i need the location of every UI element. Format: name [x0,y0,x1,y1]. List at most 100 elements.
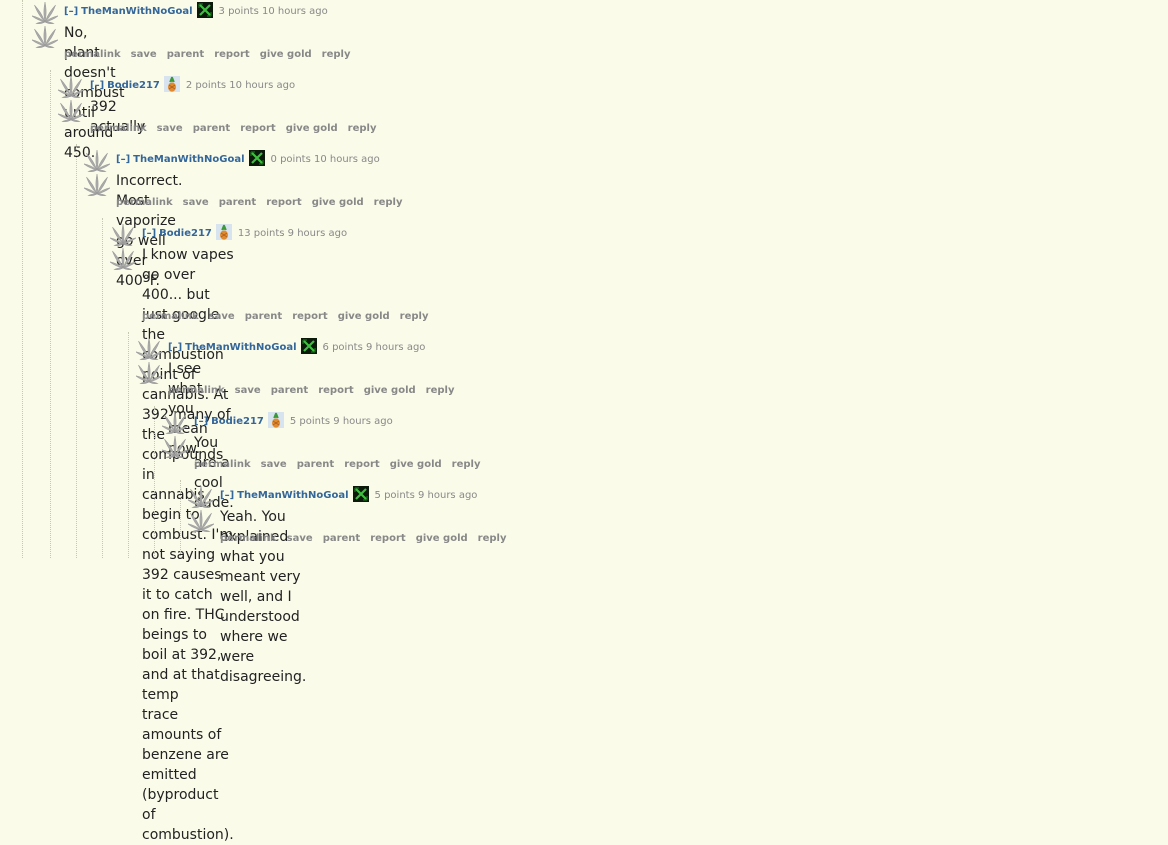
reply-link[interactable]: reply [426,385,455,396]
x-flair-icon [300,338,317,354]
collapse-toggle[interactable]: [–] [142,228,156,239]
give-gold-link[interactable]: give gold [390,459,442,470]
x-flair-icon [248,150,265,166]
comment-buttons: permalink save parent report give gold reply [168,385,465,396]
parent-link[interactable]: parent [271,385,309,396]
permalink-link[interactable]: permalink [220,533,277,544]
thread-line[interactable] [50,70,52,558]
parent-link[interactable]: parent [167,49,205,60]
collapse-toggle[interactable]: [–] [116,154,130,165]
comment-tagline: [–] Bodie217 2 points 10 hours ago [90,76,296,92]
reply-link[interactable]: reply [400,311,429,322]
downvote-icon[interactable] [135,361,163,388]
upvote-icon[interactable] [161,411,189,438]
pineapple-flair-icon [215,224,232,240]
give-gold-link[interactable]: give gold [312,197,364,208]
report-link[interactable]: report [318,385,353,396]
author-link[interactable]: TheManWithNoGoal [237,490,348,501]
pineapple-flair-icon [163,76,180,92]
collapse-toggle[interactable]: [–] [64,6,78,17]
author-link[interactable]: TheManWithNoGoal [81,6,192,17]
author-link[interactable]: TheManWithNoGoal [185,342,296,353]
give-gold-link[interactable]: give gold [416,533,468,544]
give-gold-link[interactable]: give gold [338,311,390,322]
collapse-toggle[interactable]: [–] [168,342,182,353]
permalink-link[interactable]: permalink [90,123,147,134]
x-flair-icon [352,486,369,502]
collapse-toggle[interactable]: [–] [194,416,208,427]
score-and-time: 13 points 9 hours ago [237,228,348,239]
report-link[interactable]: report [266,197,301,208]
downvote-icon[interactable] [109,247,137,274]
downvote-icon[interactable] [57,99,85,126]
score-and-time: 5 points 9 hours ago [289,416,393,427]
score-and-time: 0 points 10 hours ago [270,154,380,165]
upvote-icon[interactable] [83,149,111,176]
report-link[interactable]: report [214,49,249,60]
give-gold-link[interactable]: give gold [364,385,416,396]
upvote-icon[interactable] [31,1,59,28]
reply-link[interactable]: reply [452,459,481,470]
score-and-time: 3 points 10 hours ago [218,6,328,17]
parent-link[interactable]: parent [219,197,257,208]
downvote-icon[interactable] [31,25,59,52]
save-link[interactable]: save [209,311,235,322]
comment-tagline: [–] Bodie217 5 points 9 hours ago [194,412,393,428]
thread-line[interactable] [128,332,130,558]
downvote-icon[interactable] [83,173,111,200]
comment-tagline: [–] TheManWithNoGoal 5 points 9 hours ago [220,486,478,502]
score-and-time: 2 points 10 hours ago [185,80,296,91]
save-link[interactable]: save [287,533,313,544]
save-link[interactable]: save [157,123,183,134]
comment-buttons: permalink save parent report give gold reply [220,533,517,544]
report-link[interactable]: report [370,533,405,544]
thread-line[interactable] [102,218,104,558]
upvote-icon[interactable] [135,337,163,364]
author-link[interactable]: Bodie217 [211,416,264,427]
upvote-icon[interactable] [109,223,137,250]
collapse-toggle[interactable]: [–] [90,80,104,91]
parent-link[interactable]: parent [323,533,361,544]
permalink-link[interactable]: permalink [64,49,121,60]
author-link[interactable]: Bodie217 [107,80,160,91]
parent-link[interactable]: parent [245,311,283,322]
save-link[interactable]: save [235,385,261,396]
save-link[interactable]: save [183,197,209,208]
permalink-link[interactable]: permalink [194,459,251,470]
give-gold-link[interactable]: give gold [260,49,312,60]
comment-buttons: permalink save parent report give gold reply [142,311,439,322]
save-link[interactable]: save [261,459,287,470]
parent-link[interactable]: parent [193,123,231,134]
comment-buttons: permalink save parent report give gold reply [90,123,387,134]
reply-link[interactable]: reply [478,533,507,544]
comment-tagline: [–] Bodie217 13 points 9 hours ago [142,224,348,240]
parent-link[interactable]: parent [297,459,335,470]
permalink-link[interactable]: permalink [142,311,199,322]
reply-link[interactable]: reply [322,49,351,60]
permalink-link[interactable]: permalink [168,385,225,396]
thread-line[interactable] [22,0,24,558]
thread-line[interactable] [180,480,182,558]
reply-link[interactable]: reply [374,197,403,208]
downvote-icon[interactable] [187,509,215,536]
save-link[interactable]: save [131,49,157,60]
collapse-toggle[interactable]: [–] [220,490,234,501]
give-gold-link[interactable]: give gold [286,123,338,134]
pineapple-flair-icon [267,412,284,428]
score-and-time: 5 points 9 hours ago [374,490,478,501]
downvote-icon[interactable] [161,435,189,462]
comment-text-line: trace amounts of benzene are emitted (by… [142,707,234,843]
report-link[interactable]: report [344,459,379,470]
comment-buttons: permalink save parent report give gold reply [64,49,361,60]
permalink-link[interactable]: permalink [116,197,173,208]
thread-line[interactable] [76,144,78,558]
report-link[interactable]: report [240,123,275,134]
thread-line[interactable] [154,406,156,558]
reply-link[interactable]: reply [348,123,377,134]
author-link[interactable]: TheManWithNoGoal [133,154,244,165]
author-link[interactable]: Bodie217 [159,228,212,239]
report-link[interactable]: report [292,311,327,322]
upvote-icon[interactable] [187,485,215,512]
comment-tagline: [–] TheManWithNoGoal 6 points 9 hours ago [168,338,425,354]
upvote-icon[interactable] [57,75,85,102]
